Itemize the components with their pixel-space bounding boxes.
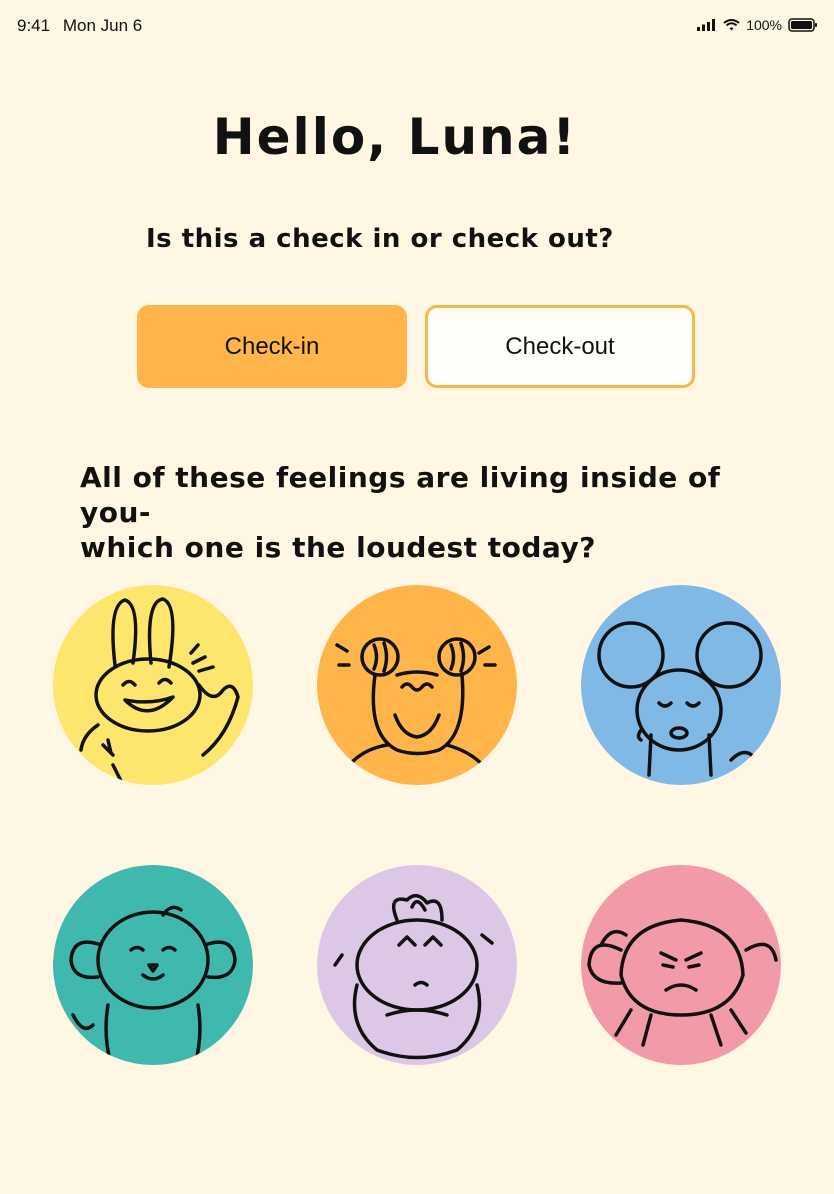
status-time-date: 9:41 Mon Jun 6 bbox=[17, 16, 142, 36]
status-time: 9:41 bbox=[17, 16, 51, 35]
worried-creature-icon bbox=[317, 865, 517, 1065]
feelings-prompt-line-1: All of these feelings are living inside … bbox=[80, 461, 721, 529]
status-bar: 9:41 Mon Jun 6 100% bbox=[0, 0, 834, 52]
calm-puppy-icon bbox=[53, 865, 253, 1065]
battery-percentage: 100% bbox=[746, 17, 782, 33]
feeling-angry-crab[interactable] bbox=[581, 865, 781, 1065]
check-question: Is this a check in or check out? bbox=[146, 224, 614, 254]
feelings-prompt-line-2: which one is the loudest today? bbox=[80, 531, 596, 564]
anxious-frog-icon bbox=[317, 585, 517, 785]
angry-crab-icon bbox=[581, 865, 781, 1065]
feeling-sad-mouse[interactable] bbox=[581, 585, 781, 785]
battery-icon bbox=[788, 18, 817, 32]
check-out-button[interactable]: Check-out bbox=[425, 305, 695, 388]
feeling-happy-bunny[interactable] bbox=[53, 585, 253, 785]
sad-mouse-icon bbox=[581, 585, 781, 785]
wifi-icon bbox=[723, 19, 740, 31]
feeling-calm-puppy[interactable] bbox=[53, 865, 253, 1065]
status-indicators: 100% bbox=[697, 17, 818, 33]
feelings-prompt: All of these feelings are living inside … bbox=[80, 460, 780, 565]
feeling-anxious-frog[interactable] bbox=[317, 585, 517, 785]
cellular-signal-icon bbox=[697, 19, 716, 31]
page-title: Hello, Luna! bbox=[212, 108, 578, 166]
feeling-worried-creature[interactable] bbox=[317, 865, 517, 1065]
happy-bunny-icon bbox=[53, 585, 253, 785]
check-in-button[interactable]: Check-in bbox=[137, 305, 407, 388]
status-date: Mon Jun 6 bbox=[62, 16, 143, 35]
